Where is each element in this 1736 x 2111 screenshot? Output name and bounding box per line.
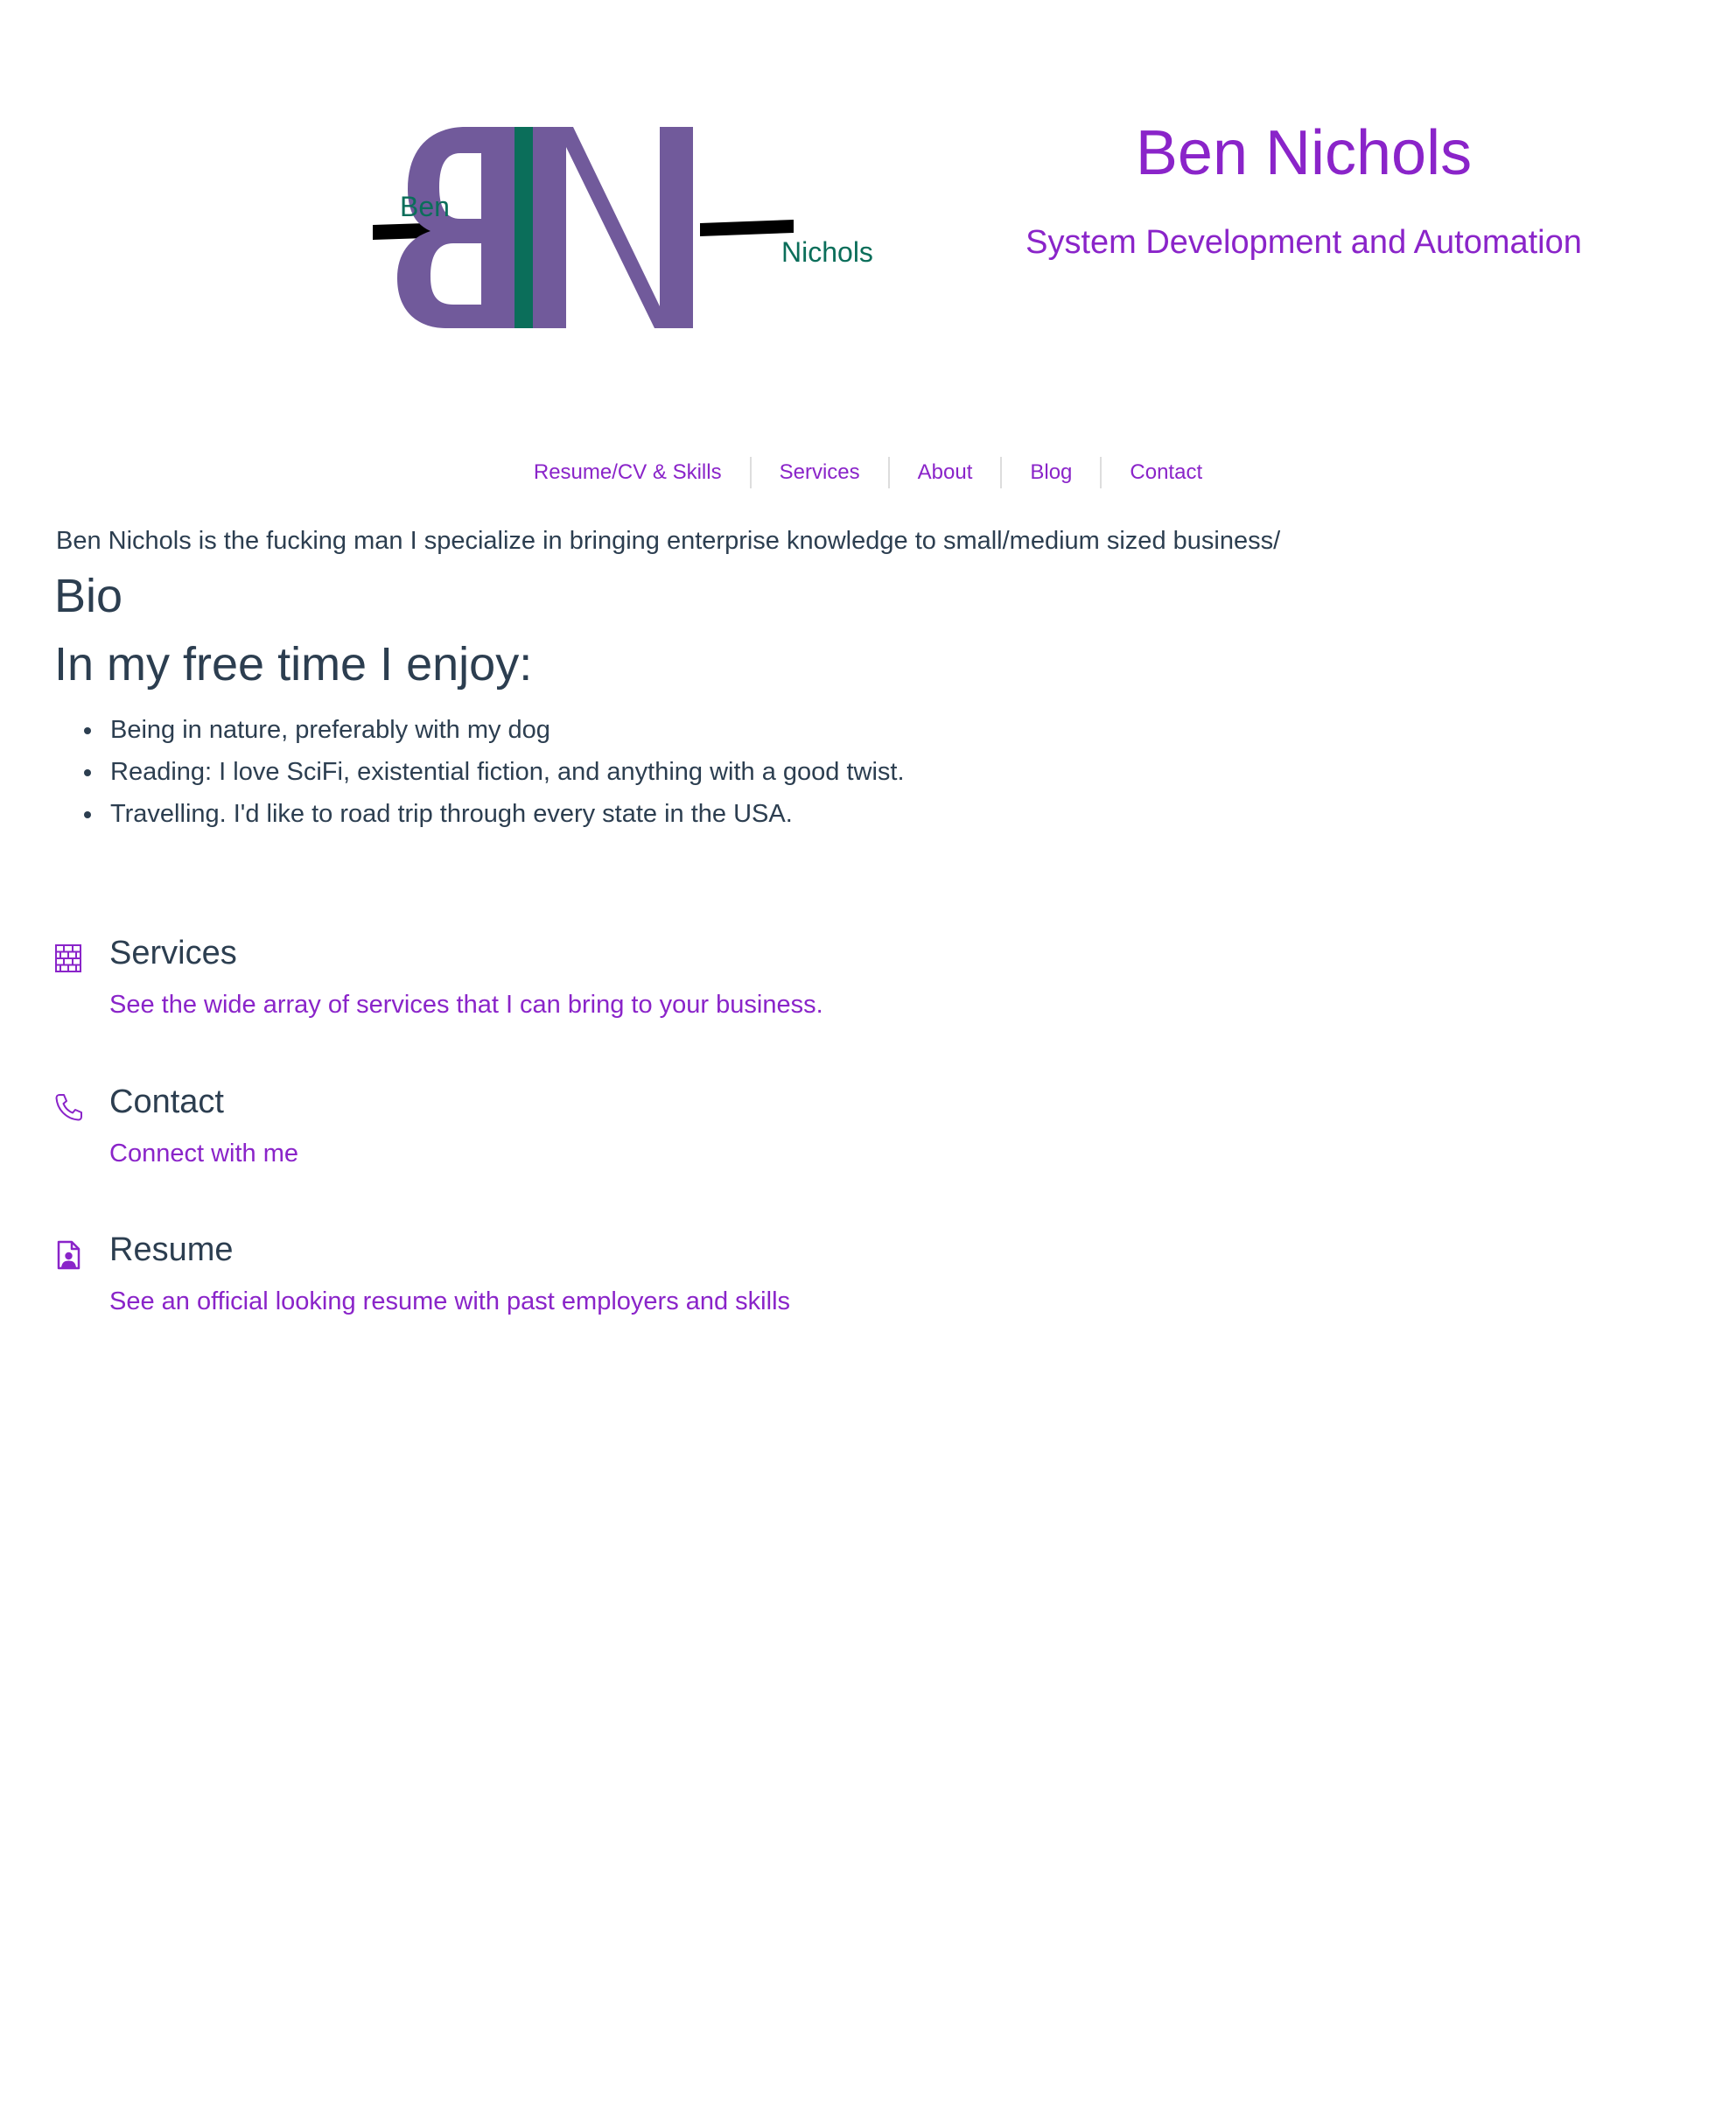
nav-item-services[interactable]: Services — [752, 457, 890, 488]
page: Ben Nichols Ben Nichols System Developme… — [0, 0, 1736, 2111]
resume-link[interactable]: See an official looking resume with past… — [109, 1287, 790, 1316]
brick-wall-icon — [54, 943, 82, 973]
logo-first-name: Ben — [400, 191, 450, 222]
resume-file-icon — [54, 1240, 82, 1270]
free-time-heading: In my free time I enjoy: — [54, 638, 533, 691]
free-time-list: Being in nature, preferably with my dog … — [84, 709, 905, 835]
intro-text: Ben Nichols is the fucking man I special… — [56, 527, 1281, 555]
logo-last-name: Nichols — [781, 236, 873, 268]
bn-logo-graphic — [373, 127, 794, 328]
nav-item-about[interactable]: About — [890, 457, 1003, 488]
list-item: Being in nature, preferably with my dog — [84, 709, 905, 751]
bio-heading: Bio — [54, 570, 123, 622]
site-tagline: System Development and Automation — [1026, 224, 1582, 261]
nav-item-contact[interactable]: Contact — [1102, 457, 1230, 488]
list-item: Reading: I love SciFi, existential ficti… — [84, 751, 905, 793]
feature-title: Contact — [109, 1084, 224, 1120]
services-link[interactable]: See the wide array of services that I ca… — [109, 991, 823, 1020]
main-nav: Resume/CV & Skills Services About Blog C… — [0, 457, 1736, 488]
phone-icon — [54, 1092, 82, 1122]
list-item: Travelling. I'd like to road trip throug… — [84, 793, 905, 835]
nav-item-blog[interactable]: Blog — [1002, 457, 1102, 488]
contact-link[interactable]: Connect with me — [109, 1140, 298, 1168]
site-title[interactable]: Ben Nichols — [980, 117, 1628, 189]
feature-title: Resume — [109, 1231, 234, 1268]
site-logo[interactable]: Ben Nichols — [368, 123, 884, 341]
nav-item-resume[interactable]: Resume/CV & Skills — [506, 457, 752, 488]
feature-title: Services — [109, 935, 237, 971]
